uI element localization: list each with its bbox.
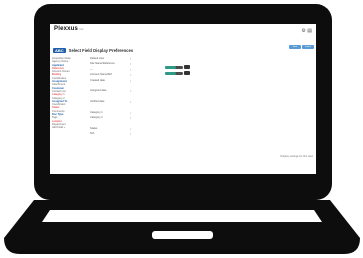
app-logo-sub: inc bbox=[79, 27, 84, 31]
form-row-label: Status bbox=[90, 127, 98, 131]
toggle-track bbox=[165, 65, 183, 69]
form-row-select[interactable]: ↕ bbox=[130, 68, 132, 72]
toggle-knob bbox=[184, 71, 190, 75]
toggle-knob bbox=[184, 65, 190, 69]
form-row-label: Account Name/Ref bbox=[90, 73, 112, 77]
form-row: N/A ↕ bbox=[90, 132, 210, 137]
form-row-label: Created date bbox=[90, 78, 105, 82]
app-header: Plexxusinc ⚙ ▤ bbox=[50, 24, 316, 39]
form-row-select[interactable]: ↕ bbox=[130, 73, 132, 77]
form-row-label: Default view bbox=[90, 57, 105, 60]
form-row-label: N/A bbox=[90, 132, 95, 136]
form-row-select[interactable]: ↕ bbox=[130, 111, 132, 115]
form-row-label: Category 2 bbox=[90, 116, 103, 120]
toolbar: Save Cancel bbox=[289, 45, 314, 49]
laptop-trackpad bbox=[152, 231, 213, 239]
toggle-fill bbox=[165, 71, 176, 75]
header-icons[interactable]: ⚙ ▤ bbox=[301, 28, 312, 34]
toggle-fill bbox=[165, 65, 176, 69]
app-logo[interactable]: Plexxusinc bbox=[54, 26, 84, 32]
laptop-base bbox=[4, 200, 360, 254]
form-row-select[interactable]: ↕ bbox=[130, 132, 132, 136]
display-settings-link[interactable]: Display settings for this view bbox=[280, 155, 313, 158]
toggle-2[interactable] bbox=[165, 71, 193, 75]
toggle-track bbox=[165, 71, 183, 75]
form-row-select[interactable]: ↕ bbox=[130, 100, 132, 104]
toolbar-button-cancel[interactable]: Cancel bbox=[302, 45, 314, 49]
form-row-select[interactable]: ↕ bbox=[130, 62, 132, 66]
form-row-select[interactable]: ↕ bbox=[130, 116, 132, 120]
page-title: Select Field Display Preferences bbox=[68, 48, 134, 53]
form-row-label: Verified date bbox=[90, 100, 105, 104]
toolbar-button-save[interactable]: Save bbox=[289, 45, 301, 49]
form-row-select[interactable]: ↕ bbox=[130, 79, 132, 83]
laptop-keyboard-deck bbox=[42, 210, 322, 222]
form-row-select[interactable]: ↕ bbox=[130, 89, 132, 93]
form-row-label: Assigned date bbox=[90, 89, 107, 93]
sidebar-item[interactable]: Add Field + bbox=[52, 126, 82, 129]
page-title-row: ABC Select Field Display Preferences bbox=[53, 48, 133, 53]
form-row-label: — bbox=[90, 67, 93, 71]
toggle-group bbox=[165, 65, 193, 77]
form-row-label: Category 1 bbox=[90, 110, 103, 114]
form-row-select[interactable]: ↕ bbox=[130, 127, 132, 131]
app-logo-text: Plexxus bbox=[54, 26, 79, 32]
toggle-1[interactable] bbox=[165, 65, 193, 69]
laptop-screen: Plexxusinc ⚙ ▤ Save Cancel ABC Select Fie… bbox=[50, 24, 316, 174]
form-row-select[interactable]: ↕ bbox=[130, 57, 132, 61]
field-list-sidebar: Acquisition Date Agency Name Applicant Refe… bbox=[52, 57, 82, 130]
form-row-label: Site Name/Reference bbox=[90, 62, 115, 66]
laptop-base-shape bbox=[4, 200, 360, 254]
page-badge: ABC bbox=[53, 48, 66, 53]
